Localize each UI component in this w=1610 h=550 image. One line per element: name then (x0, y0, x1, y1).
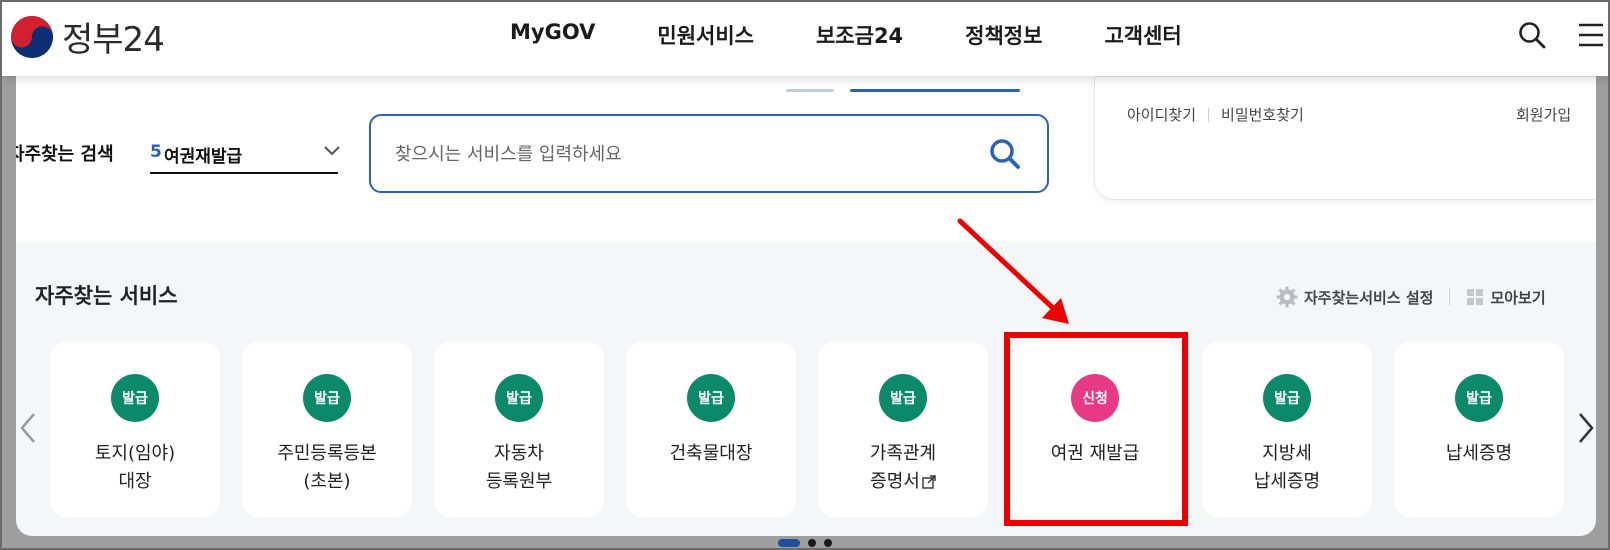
top-navigation-bar: 정부24 MyGOV 민원서비스 보조금24 정책정보 고객센터 (2, 2, 1608, 76)
service-badge: 발급 (1263, 374, 1311, 422)
service-label-line2: 증명서 (870, 471, 920, 492)
search-icon[interactable] (987, 136, 1023, 172)
service-label: 자동차 등록원부 (434, 440, 604, 496)
screenshot-frame: 자주찾는 검색 5 여권재발급 자주찾는 서비스 자주찾는서비스 설 (0, 0, 1610, 550)
nav-mygov[interactable]: MyGOV (510, 20, 595, 50)
search-box[interactable] (369, 114, 1049, 193)
service-card-land-register[interactable]: 발급 토지(임야) 대장 (50, 342, 220, 517)
search-icon[interactable] (1517, 20, 1547, 50)
service-card-family-certificate[interactable]: 발급 가족관계 증명서 (818, 342, 988, 517)
government-emblem-icon (11, 15, 53, 58)
find-id-link[interactable]: 아이디찾기 (1127, 104, 1196, 125)
hamburger-menu-icon[interactable] (1577, 22, 1605, 48)
pagination-dot[interactable] (808, 539, 816, 547)
service-card-tax-payment[interactable]: 발급 납세증명 (1394, 342, 1564, 517)
service-label-line1: 주민등록등본 (277, 443, 377, 464)
nav-subsidy24[interactable]: 보조금24 (816, 20, 903, 50)
service-badge: 발급 (111, 374, 159, 422)
service-label: 지방세 납세증명 (1202, 440, 1372, 496)
services-title: 자주찾는 서비스 (35, 284, 178, 308)
annotation-highlight-box (1004, 332, 1188, 526)
nav-customer-center[interactable]: 고객센터 (1104, 20, 1181, 50)
service-card-building-register[interactable]: 발급 건축물대장 (626, 342, 796, 517)
tools-divider (1449, 288, 1451, 306)
service-card-local-tax[interactable]: 발급 지방세 납세증명 (1202, 342, 1372, 517)
service-label-line1: 납세증명 (1445, 443, 1513, 464)
carousel-peek (786, 89, 834, 92)
carousel-prev-icon[interactable] (18, 412, 38, 444)
service-label-line2: 납세증명 (1253, 471, 1321, 492)
service-badge: 발급 (879, 374, 927, 422)
service-label: 가족관계 증명서 (818, 440, 988, 496)
service-label-line2-wrap: 증명서 (818, 468, 988, 496)
carousel-pagination (778, 539, 832, 547)
login-divider (1208, 107, 1210, 122)
service-label: 건축물대장 (626, 440, 796, 468)
gear-icon (1276, 286, 1298, 308)
nav-civil-service[interactable]: 민원서비스 (657, 20, 754, 50)
services-tools: 자주찾는서비스 설정 모아보기 (1276, 286, 1546, 308)
service-badge: 발급 (1455, 374, 1503, 422)
grid-icon (1467, 289, 1484, 305)
page-stage: 자주찾는 검색 5 여권재발급 자주찾는 서비스 자주찾는서비스 설 (16, 16, 1596, 536)
pagination-dot-active[interactable] (778, 539, 800, 547)
pagination-dot[interactable] (824, 539, 832, 547)
service-label-line2: (초본) (303, 471, 351, 492)
service-label-line1: 토지(임야) (94, 443, 176, 464)
service-label-line1: 건축물대장 (669, 443, 753, 464)
service-badge: 발급 (303, 374, 351, 422)
service-label: 주민등록등본 (초본) (242, 440, 412, 496)
service-label-line2: 대장 (118, 471, 152, 492)
service-card-vehicle-register[interactable]: 발급 자동차 등록원부 (434, 342, 604, 517)
service-card-resident-register[interactable]: 발급 주민등록등본 (초본) (242, 342, 412, 517)
banner-peek (850, 89, 1020, 92)
nav-policy-info[interactable]: 정책정보 (965, 20, 1042, 50)
find-password-link[interactable]: 비밀번호찾기 (1221, 104, 1304, 125)
services-settings-link[interactable]: 자주찾는서비스 설정 (1304, 287, 1433, 308)
service-label-line1: 가족관계 (869, 443, 937, 464)
frequent-search-label: 자주찾는 검색 (16, 144, 114, 165)
chevron-down-icon (324, 146, 340, 156)
site-logo[interactable]: 정부24 (10, 12, 165, 61)
frequent-search-select[interactable]: 5 여권재발급 (150, 138, 340, 174)
login-card (1094, 76, 1596, 200)
login-links: 아이디찾기 비밀번호찾기 (1127, 104, 1304, 125)
service-badge: 발급 (687, 374, 735, 422)
main-nav: MyGOV 민원서비스 보조금24 정책정보 고객센터 (510, 20, 1244, 50)
service-label-line1: 지방세 (1262, 443, 1312, 464)
service-label: 납세증명 (1394, 440, 1564, 468)
service-label-line1: 자동차 (494, 443, 544, 464)
service-label: 토지(임야) 대장 (50, 440, 220, 496)
service-badge: 발급 (495, 374, 543, 422)
search-input[interactable] (395, 139, 955, 169)
logo-text: 정부24 (62, 20, 165, 60)
selected-keyword: 여권재발급 (164, 147, 243, 167)
external-link-icon (922, 475, 936, 489)
view-all-link[interactable]: 모아보기 (1490, 287, 1545, 308)
selected-rank: 5 (150, 142, 162, 162)
service-label-line2: 등록원부 (485, 471, 553, 492)
carousel-next-icon[interactable] (1576, 412, 1596, 444)
signup-link[interactable]: 회원가입 (1516, 104, 1571, 125)
